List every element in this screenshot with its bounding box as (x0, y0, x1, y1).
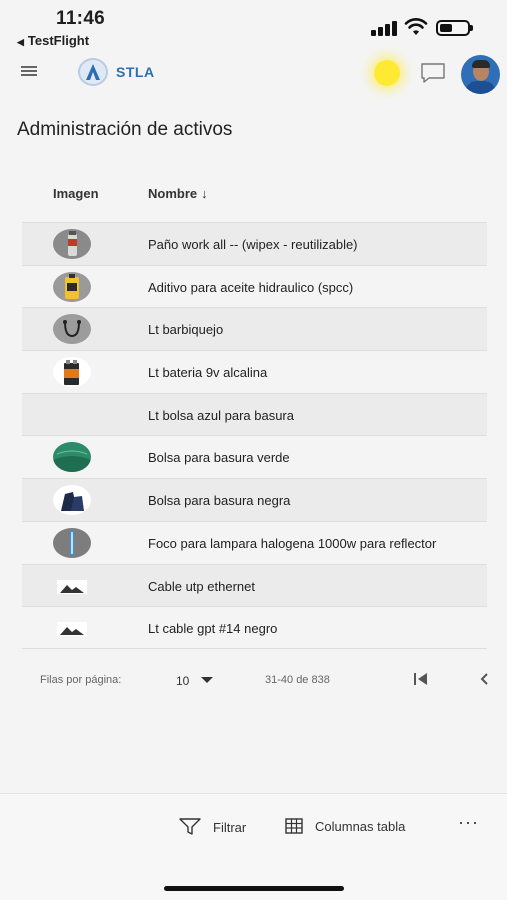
table-row[interactable]: Lt barbiquejo (22, 307, 487, 351)
more-options-icon[interactable]: ··· (458, 812, 479, 833)
cellular-signal-icon (371, 20, 399, 36)
column-header-name-label: Nombre (148, 186, 198, 201)
logo-mark-icon (86, 64, 100, 80)
chin-strap-thumbnail (53, 314, 91, 345)
rows-per-page-label: Filas por página: (40, 674, 122, 686)
image-placeholder-icon (57, 622, 87, 637)
battery-icon (436, 20, 473, 36)
row-name: Paño work all -- (wipex - reutilizable) (148, 237, 358, 252)
table-row[interactable]: Paño work all -- (wipex - reutilizable) (22, 222, 487, 265)
table-row[interactable]: Cable utp ethernet (22, 563, 487, 607)
pagination-range: 31-40 de 838 (265, 674, 330, 686)
table-body: Paño work all -- (wipex - reutilizable) … (22, 222, 487, 649)
back-app-label: TestFlight (27, 33, 90, 48)
wipes-can-thumbnail (53, 229, 91, 259)
first-page-icon[interactable] (412, 671, 430, 687)
green-bag-thumbnail (53, 442, 91, 473)
wifi-icon (404, 18, 428, 35)
back-triangle-icon: ◀ (17, 37, 24, 47)
filter-icon (179, 818, 201, 835)
battery-9v-thumbnail (53, 357, 91, 388)
table-columns-button[interactable]: Columnas tabla (285, 818, 405, 834)
table-columns-icon (285, 818, 303, 834)
black-bag-thumbnail (53, 485, 91, 516)
row-name: Bolsa para basura negra (148, 493, 291, 509)
filter-label: Filtrar (213, 819, 247, 835)
table-row[interactable]: Bolsa para basura negra (22, 478, 487, 521)
rows-per-page-select[interactable]: 10 (176, 674, 189, 688)
sort-down-icon: ↓ (201, 186, 208, 201)
table-columns-label: Columnas tabla (315, 818, 406, 834)
stla-logo (78, 58, 108, 86)
table-row[interactable]: Lt bateria 9v alcalina (22, 350, 487, 393)
bottom-toolbar: Filtrar Columnas tabla ··· (0, 793, 507, 900)
chat-icon[interactable] (420, 62, 446, 84)
caret-down-icon[interactable] (201, 677, 213, 683)
additive-bottle-thumbnail (53, 271, 91, 302)
filter-button[interactable]: Filtrar (179, 818, 246, 836)
status-time: 11:46 (56, 8, 106, 29)
hamburger-menu-icon[interactable] (21, 66, 37, 76)
row-name: Bolsa para basura verde (148, 450, 290, 466)
column-header-image[interactable]: Imagen (53, 186, 99, 201)
logo-text: STLA (116, 64, 155, 80)
chevron-left-icon[interactable] (478, 671, 490, 687)
user-avatar[interactable] (461, 55, 500, 94)
row-name: Cable utp ethernet (148, 578, 255, 594)
table-row[interactable]: Foco para lampara halogena 1000w para re… (22, 520, 487, 564)
image-placeholder-icon (57, 579, 87, 594)
sun-icon[interactable] (374, 60, 400, 86)
halogen-bulb-thumbnail (53, 527, 91, 558)
table-row[interactable]: Lt cable gpt #14 negro (22, 606, 487, 649)
row-name: Lt bolsa azul para basura (148, 407, 294, 423)
back-to-testflight-link[interactable]: ◀ TestFlight (17, 33, 89, 48)
row-name: Lt barbiquejo (148, 322, 224, 338)
table-row[interactable]: Lt bolsa azul para basura (22, 392, 487, 436)
row-name: Lt cable gpt #14 negro (148, 621, 278, 637)
row-name: Lt bateria 9v alcalina (148, 365, 268, 381)
home-indicator (164, 886, 344, 891)
column-header-name[interactable]: Nombre ↓ (148, 186, 208, 201)
table-row[interactable]: Aditivo para aceite hidraulico (spcc) (22, 264, 487, 308)
status-bar: 11:46 ◀ TestFlight (0, 0, 507, 50)
row-name: Foco para lampara halogena 1000w para re… (148, 535, 437, 551)
page-title: Administración de activos (17, 119, 233, 140)
row-name: Aditivo para aceite hidraulico (spcc) (148, 279, 354, 295)
table-row[interactable]: Bolsa para basura verde (22, 435, 487, 478)
